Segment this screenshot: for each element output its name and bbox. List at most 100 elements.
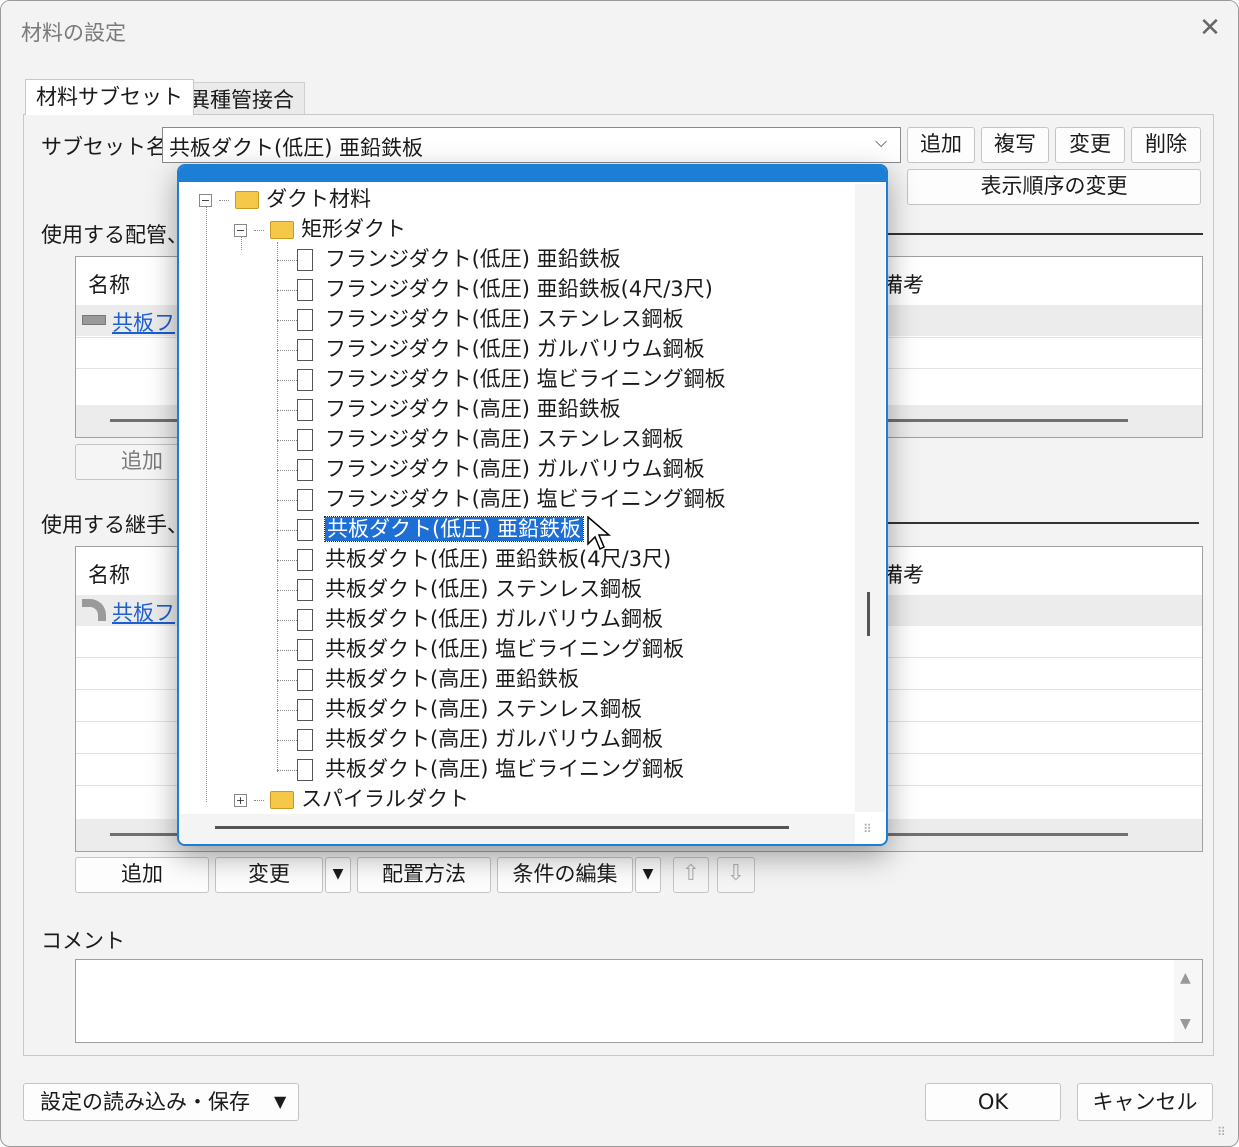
scroll-down-icon[interactable]: ▼ <box>1180 1016 1191 1032</box>
folder-open-icon <box>235 191 260 209</box>
tab-dissimilar-joint[interactable]: 異種管接合 <box>178 82 305 115</box>
scrollbar-thumb[interactable] <box>215 826 789 829</box>
move-up-icon[interactable]: ⇧ <box>673 857 709 893</box>
tree-leaf-label: フランジダクト(低圧) 亜鉛鉄板(4尺/3尺) <box>325 277 713 301</box>
scrollbar-thumb[interactable] <box>867 592 870 636</box>
pipe-col-note: 備考 <box>882 273 924 297</box>
tab-material-subset[interactable]: 材料サブセット <box>25 79 194 115</box>
tree-leaf-item[interactable]: フランジダクト(高圧) 亜鉛鉄板 <box>277 394 621 424</box>
tree-leaf-item[interactable]: 共板ダクト(高圧) ステンレス鋼板 <box>277 694 642 724</box>
tree-next-folder-label: スパイラルダクト <box>301 787 470 811</box>
placement-button[interactable]: 配置方法 <box>357 857 491 893</box>
tree-leaf-item[interactable]: フランジダクト(低圧) 塩ビライニング鋼板 <box>277 364 726 394</box>
popup-horizontal-scrollbar[interactable] <box>179 814 855 844</box>
expand-icon[interactable]: + <box>234 793 247 807</box>
document-icon <box>297 759 313 781</box>
fitting-add-button[interactable]: 追加 <box>75 857 209 893</box>
subset-name-label: サブセット名 <box>41 135 167 159</box>
tree-leaf-item[interactable]: フランジダクト(低圧) ガルバリウム鋼板 <box>277 334 705 364</box>
tree-connector <box>277 439 297 441</box>
tree-connector <box>277 469 297 471</box>
folder-icon <box>270 791 295 809</box>
fitting-section-label: 使用する継手、 <box>41 513 188 537</box>
resize-grip-icon[interactable]: ⠿ <box>863 822 872 836</box>
comment-textarea[interactable]: ▲ ▼ <box>75 959 1203 1043</box>
tree-leaf-item[interactable]: フランジダクト(低圧) 亜鉛鉄板 <box>277 244 621 274</box>
tree-leaf-item[interactable]: 共板ダクト(低圧) ガルバリウム鋼板 <box>277 604 663 634</box>
tree-leaf-item[interactable]: フランジダクト(低圧) ステンレス鋼板 <box>277 304 684 334</box>
document-icon <box>297 609 313 631</box>
pipe-section-divider <box>887 233 1203 235</box>
tree-leaf-label: フランジダクト(高圧) 塩ビライニング鋼板 <box>325 487 726 511</box>
caret-down-icon: ▼ <box>274 1092 287 1111</box>
tree-leaf-item[interactable]: 共板ダクト(高圧) 塩ビライニング鋼板 <box>277 754 684 784</box>
tree-node-rect-duct[interactable]: − 矩形ダクト <box>234 214 406 244</box>
tree-leaf-item[interactable]: 共板ダクト(低圧) 亜鉛鉄板 <box>277 514 585 544</box>
tree-leaf-label: 共板ダクト(高圧) 亜鉛鉄板 <box>325 667 580 691</box>
tree-leaf-label: 共板ダクト(低圧) ステンレス鋼板 <box>325 577 643 601</box>
tree-leaf-item[interactable]: 共板ダクト(低圧) ステンレス鋼板 <box>277 574 642 604</box>
tree-leaf-item[interactable]: 共板ダクト(高圧) 亜鉛鉄板 <box>277 664 579 694</box>
collapse-icon[interactable]: − <box>199 193 212 207</box>
pipe-row-name[interactable]: 共板フ <box>112 307 175 337</box>
tree-leaf-item[interactable]: 共板ダクト(高圧) ガルバリウム鋼板 <box>277 724 663 754</box>
document-icon <box>297 399 313 421</box>
document-icon <box>297 669 313 691</box>
tree-leaf-label: フランジダクト(高圧) 亜鉛鉄板 <box>325 397 621 421</box>
load-save-settings-button[interactable]: 設定の読み込み・保存 ▼ <box>23 1083 299 1121</box>
fitting-row-name[interactable]: 共板フ <box>112 597 175 627</box>
subset-name-combo[interactable]: 共板ダクト(低圧) 亜鉛鉄板 ⌵ <box>162 127 901 163</box>
tree-folder-label: 矩形ダクト <box>301 217 407 241</box>
ok-button[interactable]: OK <box>925 1083 1061 1121</box>
tree-leaf-label: フランジダクト(低圧) 亜鉛鉄板 <box>325 247 621 271</box>
tree-connector <box>277 349 297 351</box>
tree-connector <box>277 619 297 621</box>
title-bar: 材料の設定 ✕ <box>1 1 1238 57</box>
subset-copy-button[interactable]: 複写 <box>981 127 1049 163</box>
tree-connector <box>277 559 297 561</box>
tree-leaf-item[interactable]: フランジダクト(高圧) 塩ビライニング鋼板 <box>277 484 726 514</box>
tree-leaf-label: 共板ダクト(高圧) ステンレス鋼板 <box>325 697 643 721</box>
tree-node-spiral-duct[interactable]: + スパイラルダクト <box>234 784 469 814</box>
change-dropdown-button[interactable]: ▼ <box>325 857 351 893</box>
fitting-change-button[interactable]: 変更 <box>215 857 323 893</box>
tree-leaf-label: フランジダクト(低圧) ステンレス鋼板 <box>325 307 684 331</box>
tree-leaf-label: 共板ダクト(低圧) ガルバリウム鋼板 <box>325 607 664 631</box>
conditions-dropdown-button[interactable]: ▼ <box>635 857 661 893</box>
tree-connector <box>253 229 264 231</box>
close-icon[interactable]: ✕ <box>1195 13 1225 43</box>
tree-leaf-item[interactable]: フランジダクト(低圧) 亜鉛鉄板(4尺/3尺) <box>277 274 713 304</box>
tree-connector <box>277 499 297 501</box>
subset-delete-button[interactable]: 削除 <box>1131 127 1201 163</box>
tree-leaf-label: フランジダクト(低圧) ガルバリウム鋼板 <box>325 337 705 361</box>
collapse-icon[interactable]: − <box>234 223 247 237</box>
subset-change-button[interactable]: 変更 <box>1055 127 1125 163</box>
fitting-section-divider <box>887 522 1199 524</box>
document-icon <box>297 249 313 271</box>
tree-leaf-item[interactable]: フランジダクト(高圧) ガルバリウム鋼板 <box>277 454 705 484</box>
folder-open-icon <box>270 221 295 239</box>
resize-grip-icon[interactable]: ⠿ <box>1217 1125 1226 1139</box>
move-down-icon[interactable]: ⇩ <box>717 857 755 893</box>
popup-vertical-scrollbar[interactable] <box>855 184 885 812</box>
subset-name-value: 共板ダクト(低圧) 亜鉛鉄板 <box>169 136 424 160</box>
tree-leaf-item[interactable]: 共板ダクト(低圧) 塩ビライニング鋼板 <box>277 634 684 664</box>
tree-connector <box>277 289 297 291</box>
display-order-button[interactable]: 表示順序の変更 <box>907 169 1201 205</box>
popup-header-bar <box>179 166 886 182</box>
tree-connector <box>277 709 297 711</box>
tree-leaf-item[interactable]: フランジダクト(高圧) ステンレス鋼板 <box>277 424 684 454</box>
comment-scrollbar[interactable]: ▲ ▼ <box>1174 960 1202 1042</box>
tree-node-duct-materials[interactable]: − ダクト材料 <box>199 184 371 214</box>
subset-add-button[interactable]: 追加 <box>907 127 975 163</box>
tree-guide-line <box>206 202 207 802</box>
edit-conditions-button[interactable]: 条件の編集 <box>497 857 633 893</box>
cancel-button[interactable]: キャンセル <box>1077 1083 1213 1121</box>
pipe-section-label: 使用する配管、 <box>41 223 188 247</box>
window-title: 材料の設定 <box>21 21 126 45</box>
document-icon <box>297 699 313 721</box>
tree-leaf-label: フランジダクト(高圧) ステンレス鋼板 <box>325 427 684 451</box>
document-icon <box>297 639 313 661</box>
subset-dropdown-popup[interactable]: − ダクト材料 − 矩形ダクト フランジダクト(低圧) 亜鉛鉄板 フランジダクト(… <box>177 164 888 846</box>
scroll-up-icon[interactable]: ▲ <box>1180 970 1191 986</box>
